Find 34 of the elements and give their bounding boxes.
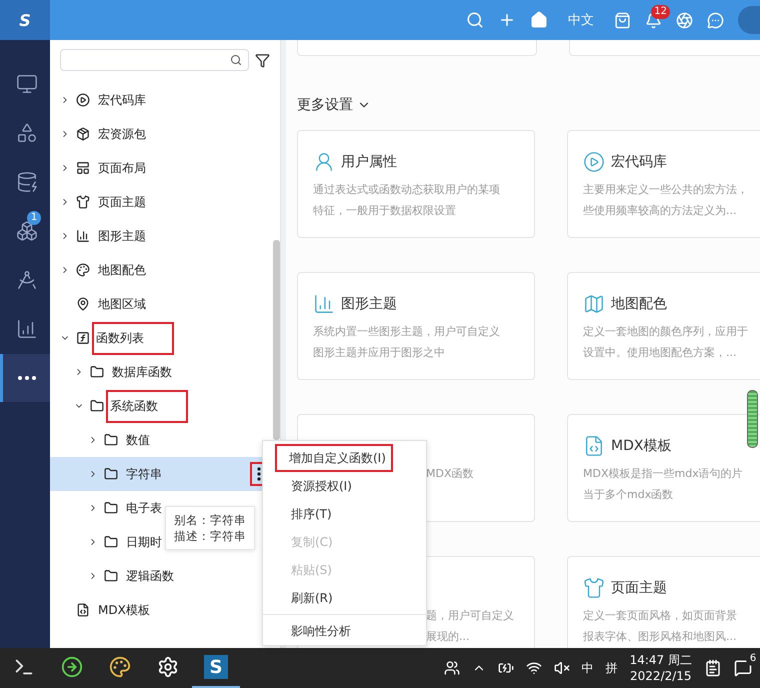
count-badge: 1: [27, 211, 41, 225]
tree-label: 逻辑函数: [125, 568, 175, 584]
card-title: 地图配色: [611, 295, 667, 313]
tree-label: 图形主题: [97, 228, 147, 244]
tree-label: 页面主题: [97, 194, 147, 210]
tree-label: 数据库函数: [111, 364, 173, 380]
tooltip: 别名：字符串 描述：字符串: [165, 506, 255, 550]
tree-label: MDX模板: [97, 602, 151, 618]
card-title: 用户属性: [341, 153, 397, 171]
tree-label: 宏资源包: [97, 126, 147, 142]
tree-label: 函数列表: [92, 322, 174, 354]
card-description: 定义一套页面风格，如页面背景 报表字体、图形风格和地图风...: [583, 608, 737, 645]
card-description: MDX函数: [426, 466, 474, 482]
tree-label: 地图配色: [97, 262, 147, 278]
tree-label: 地图区域: [97, 296, 147, 312]
tree-label: 电子表: [125, 500, 163, 516]
tree-label: 页面布局: [97, 160, 147, 176]
card-description: 通过表达式或函数动态获取用户的某项 特征，一般用于数据权限设置: [313, 182, 500, 219]
card-title: MDX模板: [611, 437, 672, 455]
card-description: 定义一套地图的颜色序列，应用于 设置中。使用地图配色方案，...: [583, 324, 748, 361]
card-description: 主要用来定义一些公共的宏方法， 些使用频率较高的方法定义为...: [583, 182, 748, 219]
tree-label: 数值: [125, 432, 151, 448]
notification-badge: 12: [651, 4, 670, 18]
card-description: MDX模板是指一些mdx语句的片 当于多个mdx函数: [583, 466, 743, 503]
tree-label: 日期时: [125, 534, 163, 550]
app-logo: S: [204, 655, 228, 679]
card-title: 宏代码库: [611, 153, 667, 171]
card-title: 图形主题: [341, 295, 397, 313]
tree-label: 宏代码库: [97, 92, 147, 108]
tree-label: 字符串: [125, 466, 163, 482]
card-title: 页面主题: [611, 579, 667, 597]
card-description: 题，用户可自定义 展现的...: [426, 608, 514, 645]
tree-label: 系统函数: [106, 390, 188, 422]
card-description: 系统内置一些图形主题，用户可自定义 图形主题并应用于图形之中: [313, 324, 500, 361]
